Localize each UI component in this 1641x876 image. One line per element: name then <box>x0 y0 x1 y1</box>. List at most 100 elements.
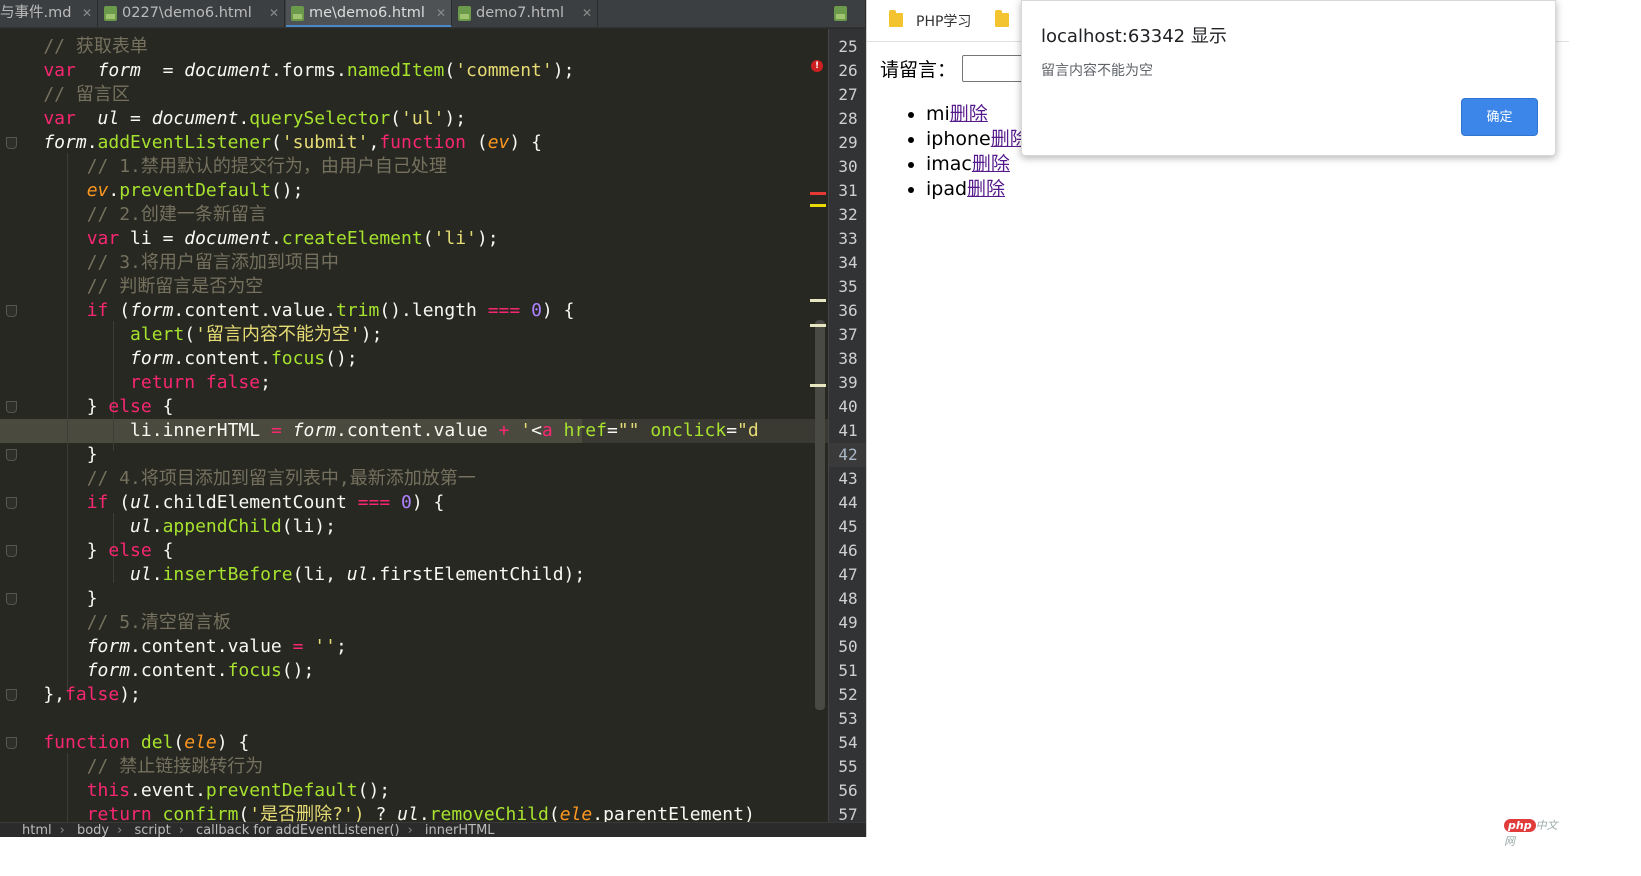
code-token: ().length <box>379 300 488 321</box>
code-token: var <box>0 60 87 81</box>
code-token: ; <box>335 636 347 657</box>
code-line: form.content.value = ''; <box>0 635 347 659</box>
code-token: = <box>292 636 304 657</box>
tab-0227-demo6[interactable]: 0227\demo6.html ✕ <box>99 0 285 27</box>
code-token: .forms. <box>270 60 347 81</box>
breadcrumb-item[interactable]: innerHTML <box>425 823 495 837</box>
code-token: // 3.将用户留言添加到项目中 <box>0 252 339 273</box>
warning-stripe[interactable] <box>810 204 826 207</box>
error-icon[interactable]: ! <box>811 60 823 72</box>
close-icon[interactable]: ✕ <box>436 0 446 25</box>
code-token: document <box>184 60 271 81</box>
breadcrumb-item[interactable]: script <box>134 823 170 837</box>
delete-link[interactable]: 删除 <box>950 103 988 125</box>
code-token: form <box>0 348 174 369</box>
code-token: // 判断留言是否为空 <box>0 276 264 297</box>
line-number: 32 <box>838 205 858 224</box>
html-file-icon <box>834 6 847 21</box>
code-token: ) { <box>411 492 445 513</box>
code-token: namedItem <box>346 60 445 81</box>
fold-marker-icon[interactable] <box>6 689 17 701</box>
tab-label: me\demo6.html <box>309 5 425 21</box>
fold-marker-icon[interactable] <box>6 497 17 509</box>
fold-marker-icon[interactable] <box>6 545 17 557</box>
close-icon[interactable]: ✕ <box>82 0 92 27</box>
line-number: 30 <box>838 157 858 176</box>
code-token: 'submit' <box>281 132 369 153</box>
code-token: 'li' <box>433 228 477 249</box>
code-editor[interactable]: // 获取表单 var form = document.forms.namedI… <box>0 29 828 822</box>
warning-stripe[interactable] <box>810 299 826 302</box>
code-line: var ul = document.querySelector('ul'); <box>0 107 466 131</box>
code-line: } else { <box>0 395 174 419</box>
html-file-icon <box>291 6 304 21</box>
tab-overflow[interactable] <box>829 0 866 27</box>
code-token: === <box>357 492 391 513</box>
code-token: (li); <box>281 516 336 537</box>
line-number: 55 <box>838 757 858 776</box>
comment-list: mi删除 iphone删除 imac删除 ipad删除 <box>906 102 1029 202</box>
code-line: form.content.focus(); <box>0 659 315 683</box>
fold-marker-icon[interactable] <box>6 305 17 317</box>
code-token: function <box>0 732 131 753</box>
line-number: 53 <box>838 709 858 728</box>
fold-marker-icon[interactable] <box>6 401 17 413</box>
breadcrumb-item[interactable]: callback for addEventListener() <box>196 823 400 837</box>
code-token: '留言内容不能为空' <box>195 324 361 345</box>
code-line: form.content.focus(); <box>0 347 358 371</box>
code-token: a <box>541 420 553 441</box>
tab-demo7[interactable]: demo7.html ✕ <box>453 0 598 27</box>
line-number: 45 <box>838 517 858 536</box>
code-token: href <box>552 420 607 441</box>
line-number: 36 <box>838 301 858 320</box>
code-token: ul <box>0 516 152 537</box>
code-token: ( <box>422 228 434 249</box>
code-token: form <box>0 636 131 657</box>
tab-label: 与事件.md <box>0 5 72 21</box>
code-token: ; <box>260 372 271 393</box>
line-number: 43 <box>838 469 858 488</box>
delete-link[interactable]: 删除 <box>972 153 1010 175</box>
code-line: return false; <box>0 371 271 395</box>
warning-stripe[interactable] <box>810 384 826 387</box>
code-line: var li = document.createElement('li'); <box>0 227 499 251</box>
bookmark-php[interactable]: PHP学习 <box>916 11 971 31</box>
close-icon[interactable]: ✕ <box>269 0 279 27</box>
code-token: ); <box>119 684 141 705</box>
code-token: form <box>0 660 131 681</box>
tab-md[interactable]: 与事件.md ✕ <box>0 0 98 27</box>
ok-button[interactable]: 确定 <box>1461 98 1538 136</box>
code-token: .content. <box>130 660 228 681</box>
line-number: 39 <box>838 373 858 392</box>
close-icon[interactable]: ✕ <box>582 0 592 27</box>
code-token: ? <box>364 804 398 822</box>
fold-marker-icon[interactable] <box>6 449 17 461</box>
code-token: ul <box>86 108 120 129</box>
code-token: '' <box>314 636 336 657</box>
code-token: { <box>151 396 174 417</box>
code-token: 0 <box>531 300 542 321</box>
breadcrumb-item[interactable]: html <box>22 823 52 837</box>
vertical-scrollbar[interactable] <box>815 320 825 710</box>
code-line: // 4.将项目添加到留言列表中,最新添加放第一 <box>0 467 476 491</box>
code-line: alert('留言内容不能为空'); <box>0 323 382 347</box>
code-token: // 1.禁用默认的提交行为，由用户自己处理 <box>0 156 447 177</box>
delete-link[interactable]: 删除 <box>967 178 1005 200</box>
warning-stripe[interactable] <box>810 324 826 327</box>
code-token: // 4.将项目添加到留言列表中,最新添加放第一 <box>0 468 476 489</box>
fold-marker-icon[interactable] <box>6 737 17 749</box>
fold-marker-icon[interactable] <box>6 593 17 605</box>
error-stripe[interactable] <box>810 192 826 195</box>
breadcrumb-item[interactable]: body <box>77 823 109 837</box>
code-token: ( <box>108 492 131 513</box>
fold-marker-icon[interactable] <box>6 137 17 149</box>
tab-me-demo6[interactable]: me\demo6.html ✕ <box>286 0 452 27</box>
code-token: insertBefore <box>162 564 293 585</box>
code-token: // 禁止链接跳转行为 <box>0 756 264 777</box>
line-number: 56 <box>838 781 858 800</box>
code-token: false <box>65 684 120 705</box>
code-token: .event. <box>130 780 206 801</box>
code-token: , <box>368 132 380 153</box>
editor-tab-bar: 与事件.md ✕ 0227\demo6.html ✕ me\demo6.html… <box>0 0 866 28</box>
